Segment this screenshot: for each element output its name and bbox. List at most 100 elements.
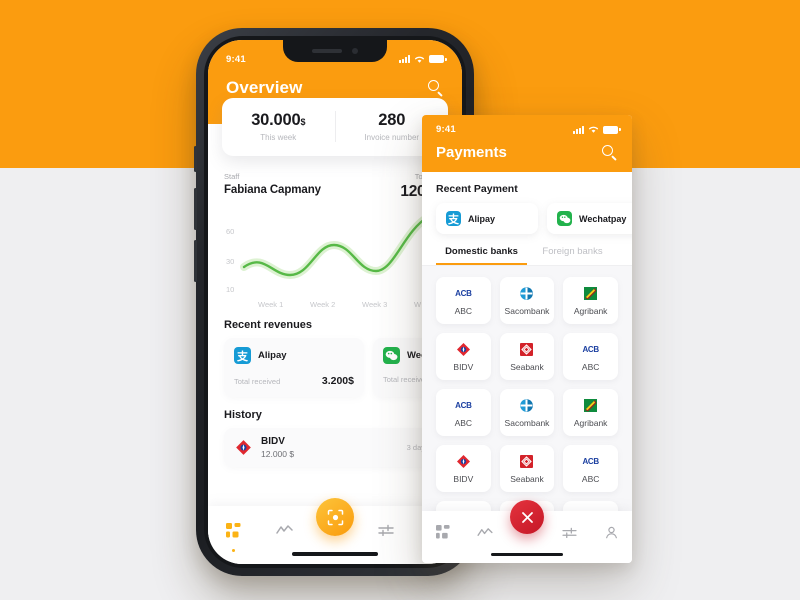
chart-line-icon <box>275 525 293 534</box>
signal-bars-icon <box>399 55 410 63</box>
scan-icon <box>327 509 343 525</box>
payments-tabs: Domestic banks Foreign banks <box>422 246 632 266</box>
tab-dashboard[interactable] <box>208 515 259 552</box>
close-icon <box>521 511 533 523</box>
acb-logo-icon: ACB <box>455 289 472 298</box>
summary-cell-week: 30.000$ This week <box>222 111 335 142</box>
history-row-text: BIDV 12.000 $ <box>261 436 294 459</box>
bank-tile-label: ABC <box>454 418 473 428</box>
payments-status-indicators <box>573 125 621 134</box>
bank-tile[interactable]: ACB ABC <box>563 333 618 380</box>
bank-tile-label: Sacombank <box>504 418 550 428</box>
tab-domestic-banks[interactable]: Domestic banks <box>436 246 527 265</box>
summary-card: 30.000$ This week 280 Invoice number <box>222 98 448 156</box>
payments-status-time: 9:41 <box>436 124 456 135</box>
phone-volume-up-button[interactable] <box>194 188 197 230</box>
acb-logo-icon: ACB <box>582 345 599 354</box>
status-bar-indicators <box>399 55 447 64</box>
grid-icon <box>225 522 241 537</box>
battery-icon <box>429 55 447 63</box>
bank-tile-label: Agribank <box>573 306 608 316</box>
bank-tile[interactable]: ACB ABC <box>436 389 491 436</box>
status-bar-time: 9:41 <box>226 53 246 65</box>
sacombank-logo-icon <box>518 285 535 302</box>
bank-tile[interactable]: Sacombank <box>499 389 555 436</box>
scan-fab-button[interactable] <box>316 498 354 536</box>
tab-profile[interactable] <box>590 517 632 547</box>
recent-payment-title: Recent Payment <box>436 183 518 195</box>
chart-xtick-week2: Week 2 <box>310 300 336 309</box>
person-icon <box>605 526 617 538</box>
history-bank-name: BIDV <box>261 436 285 447</box>
close-fab-button[interactable] <box>510 500 544 534</box>
bank-tile[interactable]: ACB ABC <box>436 277 491 324</box>
alipay-logo-icon: 支 <box>446 211 461 226</box>
bank-tile-label: ABC <box>581 362 600 372</box>
staff-label: Staff <box>224 172 240 181</box>
bank-tile-label: ABC <box>454 306 473 316</box>
sacombank-logo-icon <box>518 397 535 414</box>
payments-tabbar <box>422 500 632 563</box>
tab-filter[interactable] <box>360 515 411 545</box>
search-icon[interactable] <box>428 80 444 97</box>
history-amount: 12.000 $ <box>261 449 295 459</box>
tab-filter[interactable] <box>548 517 590 547</box>
wechat-logo-icon <box>383 347 400 364</box>
recent-payment-name: Alipay <box>468 213 496 224</box>
recent-payment-chip[interactable]: 支 Alipay <box>436 203 538 234</box>
payments-page-title: Payments <box>436 144 507 161</box>
bank-tile[interactable]: Sacombank <box>499 277 555 324</box>
summary-value-week: 30.000$ <box>251 111 306 129</box>
revenue-chart: 60 30 10 Week 1 Week 2 Week 3 W <box>218 205 452 309</box>
bidv-logo-icon <box>455 341 472 358</box>
bank-tile-label: Sacombank <box>504 306 550 316</box>
staff-name: Fabiana Capmany <box>224 184 321 196</box>
bank-tile-label: Seabank <box>510 362 544 372</box>
payments-title-row: Payments <box>422 135 632 161</box>
phone-notch <box>283 40 387 62</box>
sliders-icon <box>378 524 394 536</box>
history-row[interactable]: BIDV 12.000 $ 3 days a <box>224 428 446 467</box>
bank-tile[interactable]: Seabank <box>499 333 555 380</box>
bank-tile[interactable]: Agribank <box>563 389 618 436</box>
summary-label-week: This week <box>260 133 297 142</box>
bank-tile[interactable]: BIDV <box>436 445 491 492</box>
bank-tile-label: BIDV <box>453 474 474 484</box>
bank-tile[interactable]: Agribank <box>563 277 618 324</box>
bidv-logo-icon <box>235 439 252 456</box>
recent-payment-chip[interactable]: Wechatpay <box>547 203 632 234</box>
tab-analytics[interactable] <box>464 517 506 547</box>
home-indicator[interactable] <box>292 552 378 556</box>
signal-bars-icon <box>573 125 584 134</box>
bank-tile-label: ABC <box>581 474 600 484</box>
chart-line-icon <box>477 527 493 536</box>
bank-tile[interactable]: ACB ABC <box>563 445 618 492</box>
wechat-logo-icon <box>557 211 572 226</box>
seabank-logo-icon <box>518 341 535 358</box>
phone-mute-button[interactable] <box>194 146 197 172</box>
phone-volume-down-button[interactable] <box>194 240 197 282</box>
bank-tile-label: Seabank <box>510 474 544 484</box>
bank-tile[interactable]: BIDV <box>436 333 491 380</box>
chart-ytick-60: 60 <box>226 227 235 236</box>
tab-analytics[interactable] <box>259 515 310 545</box>
bank-tile-label: BIDV <box>453 362 474 372</box>
search-icon[interactable] <box>602 144 618 161</box>
recent-payment-name: Wechatpay <box>579 213 627 224</box>
battery-icon <box>603 125 621 134</box>
page-title: Overview <box>226 78 303 97</box>
recent-payment-list: 支 Alipay Wechatpay W <box>422 203 632 234</box>
tab-foreign-banks[interactable]: Foreign banks <box>527 246 618 265</box>
revenue-card-name: Alipay <box>258 350 287 361</box>
acb-logo-icon: ACB <box>582 457 599 466</box>
grid-icon <box>436 525 450 539</box>
bidv-logo-icon <box>455 453 472 470</box>
home-indicator[interactable] <box>491 552 563 556</box>
revenue-chart-svg <box>240 205 452 280</box>
payments-status-bar: 9:41 <box>422 115 632 135</box>
sliders-icon <box>561 527 577 538</box>
bank-tile[interactable]: Seabank <box>499 445 555 492</box>
revenue-card[interactable]: 支 Alipay Total received 3.200$ <box>224 338 364 397</box>
tab-dashboard[interactable] <box>422 517 464 547</box>
revenue-card-sub: Total received <box>234 377 281 386</box>
